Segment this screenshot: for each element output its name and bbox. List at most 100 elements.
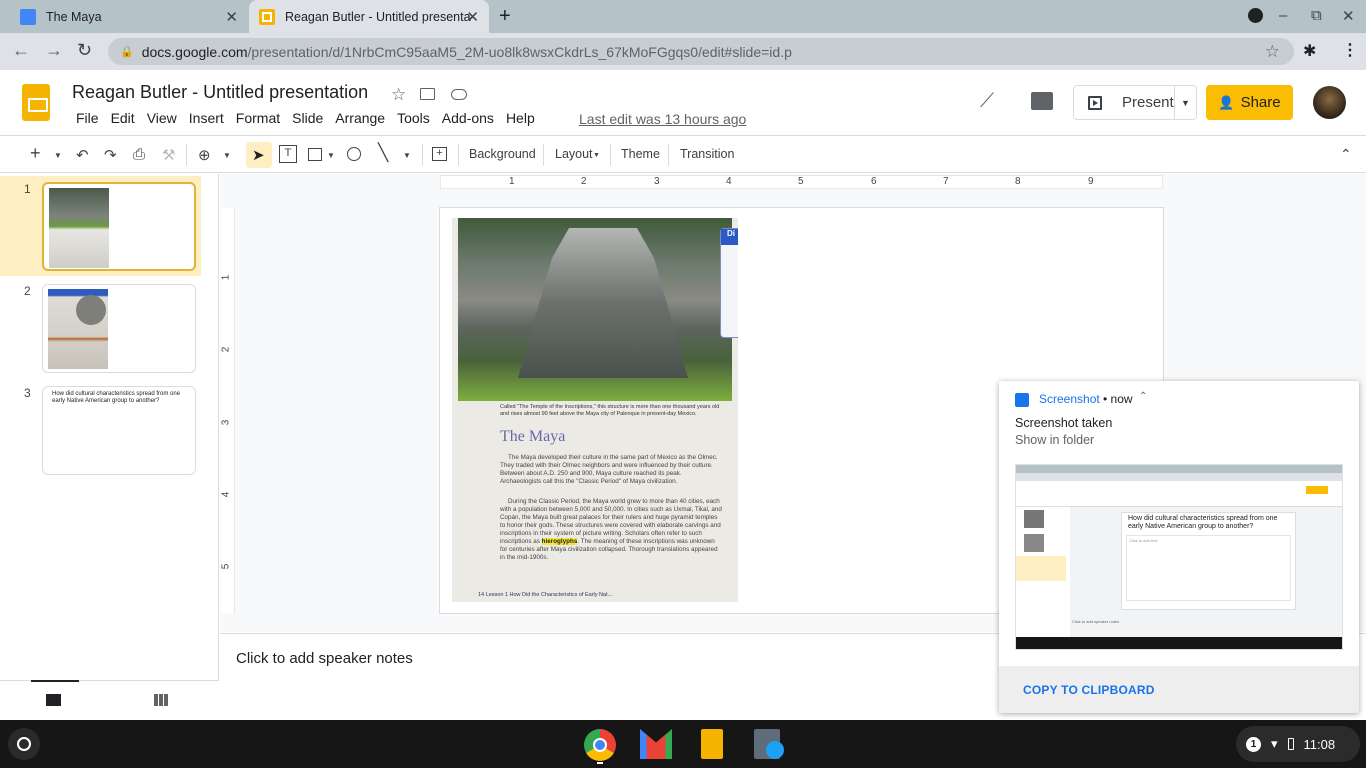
restore-button[interactable]: ⧉	[1311, 7, 1322, 24]
chrome-app-icon[interactable]	[584, 729, 616, 761]
screenshot-preview[interactable]: How did cultural characteristics spread …	[1015, 464, 1343, 650]
ruler-tick: 8	[1015, 176, 1021, 187]
activity-dashboard-icon[interactable]: ⟋	[980, 90, 994, 113]
close-window-button[interactable]: ✕	[1342, 7, 1355, 25]
menu-insert[interactable]: Insert	[183, 110, 230, 126]
menu-file[interactable]: File	[70, 110, 105, 126]
launcher-icon	[17, 737, 31, 751]
horizontal-ruler[interactable]: 1 2 3 4 5 6 7 8 9	[440, 175, 1163, 189]
toolbar-divider	[422, 144, 423, 166]
present-icon	[1088, 95, 1102, 110]
present-button[interactable]: Present ▼	[1073, 85, 1197, 120]
active-view-indicator	[31, 680, 79, 682]
line-dropdown-icon[interactable]: ▼	[403, 151, 411, 160]
undo-icon[interactable]: ↶	[76, 146, 89, 164]
bookmark-star-icon[interactable]: ☆	[1265, 42, 1280, 62]
document-title[interactable]: Reagan Butler - Untitled presentation	[72, 82, 368, 103]
calculator-app-icon[interactable]	[754, 729, 784, 759]
reload-icon[interactable]: ↻	[77, 40, 92, 61]
menu-addons[interactable]: Add-ons	[436, 110, 500, 126]
menu-tools[interactable]: Tools	[391, 110, 436, 126]
close-tab-icon[interactable]: ✕	[466, 8, 479, 26]
url-host: docs.google.com	[141, 43, 248, 60]
add-comment-icon[interactable]: +	[432, 147, 447, 161]
ruler-tick: 4	[726, 176, 732, 187]
textbook-page-photo[interactable]: Di Called "The Temple of the Inscription…	[452, 218, 738, 602]
redo-icon[interactable]: ↷	[104, 146, 117, 164]
account-avatar[interactable]	[1313, 86, 1346, 119]
transition-button[interactable]: Transition	[680, 147, 734, 161]
temple-photo	[458, 218, 732, 401]
slide-thumbnail-2[interactable]	[42, 284, 196, 373]
comments-icon[interactable]	[1031, 92, 1053, 110]
move-folder-icon[interactable]	[420, 88, 435, 100]
ruler-tick: 2	[581, 176, 587, 187]
present-label: Present	[1122, 94, 1174, 111]
zoom-icon[interactable]: ⊕	[198, 146, 211, 164]
speaker-notes-placeholder[interactable]: Click to add speaker notes	[236, 650, 413, 667]
star-icon[interactable]: ☆	[391, 85, 406, 105]
shape-icon[interactable]	[347, 147, 361, 161]
menu-bar: File Edit View Insert Format Slide Arran…	[70, 110, 541, 126]
notification-count-badge: 1	[1246, 736, 1261, 752]
filmstrip-view-icon[interactable]	[46, 694, 61, 706]
ruler-tick: 2	[220, 346, 232, 353]
thumbnail-image	[48, 289, 108, 369]
show-in-folder-link[interactable]: Show in folder	[1015, 433, 1094, 447]
theme-button[interactable]: Theme	[621, 147, 660, 161]
close-tab-icon[interactable]: ✕	[225, 8, 238, 26]
launcher-button[interactable]	[8, 728, 40, 760]
sidebar-box: Di	[720, 228, 738, 338]
present-dropdown-icon[interactable]: ▼	[1174, 86, 1196, 119]
menu-help[interactable]: Help	[500, 110, 541, 126]
menu-view[interactable]: View	[141, 110, 183, 126]
ruler-tick: 6	[871, 176, 877, 187]
ruler-tick: 9	[1088, 176, 1094, 187]
extensions-icon[interactable]: ✱	[1303, 41, 1316, 61]
menu-slide[interactable]: Slide	[286, 110, 329, 126]
last-edit-link[interactable]: Last edit was 13 hours ago	[579, 111, 746, 127]
status-tray[interactable]: 1 ▾ 11:08	[1236, 726, 1360, 762]
back-icon[interactable]: ←	[12, 40, 30, 61]
forward-icon[interactable]: →	[45, 40, 63, 61]
screenshot-notification[interactable]: Screenshot • now ⌃ Screenshot taken Show…	[999, 381, 1359, 713]
print-icon[interactable]: ⎙	[133, 146, 145, 163]
new-tab-button[interactable]: +	[499, 5, 511, 28]
tab-search-icon[interactable]	[1248, 8, 1263, 23]
vertical-ruler[interactable]: 1 2 3 4 5	[220, 208, 235, 614]
layout-button[interactable]: Layout	[555, 147, 593, 161]
zoom-dropdown-icon[interactable]: ▼	[223, 151, 231, 160]
menu-arrange[interactable]: Arrange	[329, 110, 391, 126]
image-dropdown-icon[interactable]: ▼	[327, 151, 335, 160]
line-icon[interactable]: ╲	[378, 143, 388, 163]
photo-caption: Called "The Temple of the Inscriptions,"…	[500, 404, 720, 417]
tab-the-maya[interactable]: The Maya ✕	[0, 0, 248, 33]
new-slide-icon[interactable]: +	[30, 143, 41, 164]
cloud-status-icon[interactable]	[451, 89, 467, 100]
minimize-button[interactable]: –	[1279, 7, 1287, 24]
menu-edit[interactable]: Edit	[105, 110, 141, 126]
slides-logo-icon[interactable]	[22, 84, 50, 121]
slide-thumbnail-1[interactable]	[42, 182, 196, 271]
grid-view-icon[interactable]	[154, 694, 168, 706]
image-icon[interactable]	[308, 148, 322, 161]
menu-format[interactable]: Format	[230, 110, 286, 126]
copy-to-clipboard-button[interactable]: COPY TO CLIPBOARD	[1023, 683, 1155, 697]
slide-thumbnail-3[interactable]: How did cultural characteristics spread …	[42, 386, 196, 475]
address-bar[interactable]: 🔒 docs.google.com/presentation/d/1NrbCmC…	[108, 38, 1294, 65]
notification-app-name: Screenshot	[1039, 392, 1100, 406]
share-button[interactable]: 👤 Share	[1206, 85, 1293, 120]
new-slide-dropdown-icon[interactable]: ▼	[54, 151, 62, 160]
browser-menu-icon[interactable]: ⋮	[1342, 40, 1358, 60]
layout-dropdown-icon[interactable]: ▼	[593, 152, 600, 159]
system-shelf	[0, 720, 1366, 768]
text-box-icon[interactable]: T	[279, 145, 297, 163]
paragraph-1: The Maya developed their culture in the …	[500, 454, 718, 485]
collapse-menus-icon[interactable]: ⌃	[1340, 146, 1352, 163]
tab-presentation[interactable]: Reagan Butler - Untitled presenta ✕	[249, 0, 489, 33]
collapse-chevron-icon[interactable]: ⌃	[1139, 391, 1147, 402]
ruler-tick: 7	[943, 176, 949, 187]
slides-app-icon[interactable]	[701, 729, 723, 759]
paint-format-icon[interactable]: ⚒	[162, 146, 175, 164]
background-button[interactable]: Background	[469, 147, 536, 161]
